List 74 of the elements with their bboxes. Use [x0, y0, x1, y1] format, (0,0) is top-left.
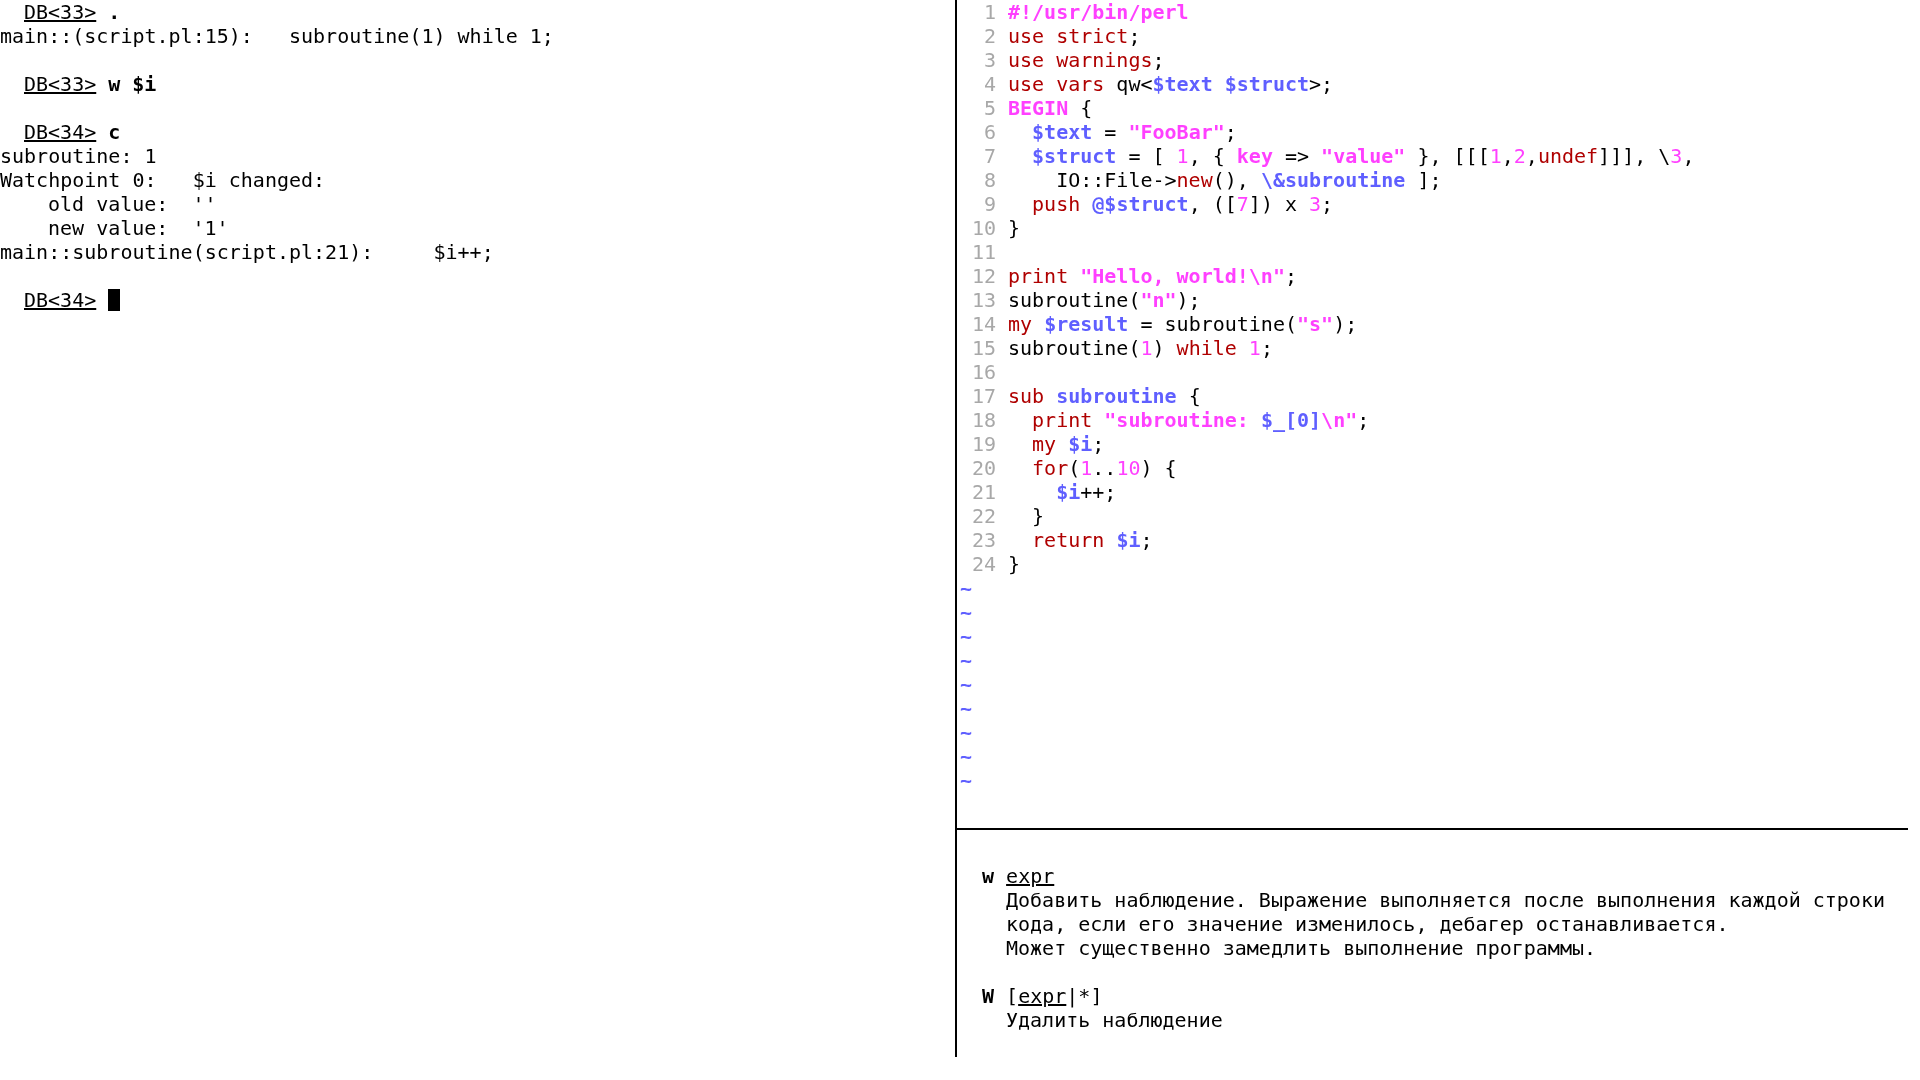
command-text: c	[108, 120, 121, 144]
debugger-prompt: DB<34>	[24, 288, 97, 312]
command-text: .	[108, 0, 121, 24]
debugger-prompt: DB<33>	[24, 72, 97, 96]
line-number: 20	[970, 456, 996, 480]
code-line: print "subroutine: $_[0]\n";	[1031, 408, 1370, 432]
line-number: 14	[970, 312, 996, 336]
line-number: 17	[970, 384, 996, 408]
line-number: 16	[970, 360, 996, 384]
code-line: subroutine("n");	[1008, 288, 1201, 312]
line-number: 15	[970, 336, 996, 360]
code-line: IO::File->new(), \&subroutine ];	[1055, 168, 1442, 192]
output-line: old value: ''	[48, 192, 217, 216]
tilde-marker: ~	[960, 624, 973, 648]
code-line: push @$struct, ([7]) x 3;	[1031, 192, 1334, 216]
code-line: }	[1031, 504, 1045, 528]
code-line: use vars qw<$text $struct>;	[1008, 72, 1334, 96]
code-line: my $i;	[1031, 432, 1105, 456]
tilde-marker: ~	[960, 672, 973, 696]
line-number: 1	[982, 0, 996, 24]
code-line: #!/usr/bin/perl	[1008, 0, 1189, 24]
line-number: 13	[970, 288, 996, 312]
code-line: subroutine(1) while 1;	[1008, 336, 1273, 360]
tilde-marker: ~	[960, 744, 973, 768]
command-syntax: W [expr|*]	[982, 984, 1103, 1008]
code-line: $struct = [ 1, { key => "value" }, [[[1,2,undef]]], \3,	[1031, 144, 1695, 168]
code-line: my $result = subroutine("s");	[1008, 312, 1358, 336]
code-line: sub subroutine {	[1008, 384, 1201, 408]
line-number: 21	[970, 480, 996, 504]
code-line: print "Hello, world!\n";	[1008, 264, 1297, 288]
line-number: 7	[982, 144, 996, 168]
line-number: 24	[970, 552, 996, 576]
help-description: Может существенно замедлить выполнение программы.	[1006, 936, 1596, 960]
tilde-marker: ~	[960, 648, 973, 672]
help-description: кода, если его значение изменилось, дебагер останавливается.	[1006, 912, 1729, 936]
code-line: $text = "FooBar";	[1031, 120, 1237, 144]
help-description: Добавить наблюдение. Выражение выполняется после выполнения каждой строки	[1006, 888, 1885, 912]
code-line: $i++;	[1055, 480, 1117, 504]
tilde-marker: ~	[960, 768, 973, 792]
command-syntax: w expr	[982, 864, 1055, 888]
line-number: 6	[982, 120, 996, 144]
line-number: 22	[970, 504, 996, 528]
debugger-prompt: DB<34>	[24, 120, 97, 144]
debugger-prompt: DB<33>	[24, 0, 97, 24]
line-number: 5	[982, 96, 996, 120]
output-line: Watchpoint 0: $i changed:	[0, 168, 326, 192]
line-number: 2	[982, 24, 996, 48]
line-number: 10	[970, 216, 996, 240]
line-number: 8	[982, 168, 996, 192]
line-number: 12	[970, 264, 996, 288]
command-text: w $i	[108, 72, 157, 96]
code-line: use warnings;	[1008, 48, 1165, 72]
tilde-marker: ~	[960, 600, 973, 624]
line-number: 9	[982, 192, 996, 216]
line-number: 18	[970, 408, 996, 432]
tilde-marker: ~	[960, 696, 973, 720]
output-line: subroutine: 1	[0, 144, 157, 168]
code-line: BEGIN {	[1008, 96, 1093, 120]
code-line: return $i;	[1031, 528, 1153, 552]
tilde-marker: ~	[960, 576, 973, 600]
code-line: use strict;	[1008, 24, 1141, 48]
output-line: main::(script.pl:15): subroutine(1) while 1;	[0, 24, 554, 48]
help-description: Удалить наблюдение	[1006, 1008, 1223, 1032]
output-line: new value: '1'	[48, 216, 229, 240]
line-number: 4	[982, 72, 996, 96]
code-line: for(1..10) {	[1031, 456, 1177, 480]
code-line: }	[1008, 552, 1021, 576]
line-number: 19	[970, 432, 996, 456]
output-line: main::subroutine(script.pl:21): $i++;	[0, 240, 494, 264]
line-number: 23	[970, 528, 996, 552]
tilde-marker: ~	[960, 720, 973, 744]
code-line: }	[1008, 216, 1021, 240]
line-number: 3	[982, 48, 996, 72]
line-number: 11	[970, 240, 996, 264]
